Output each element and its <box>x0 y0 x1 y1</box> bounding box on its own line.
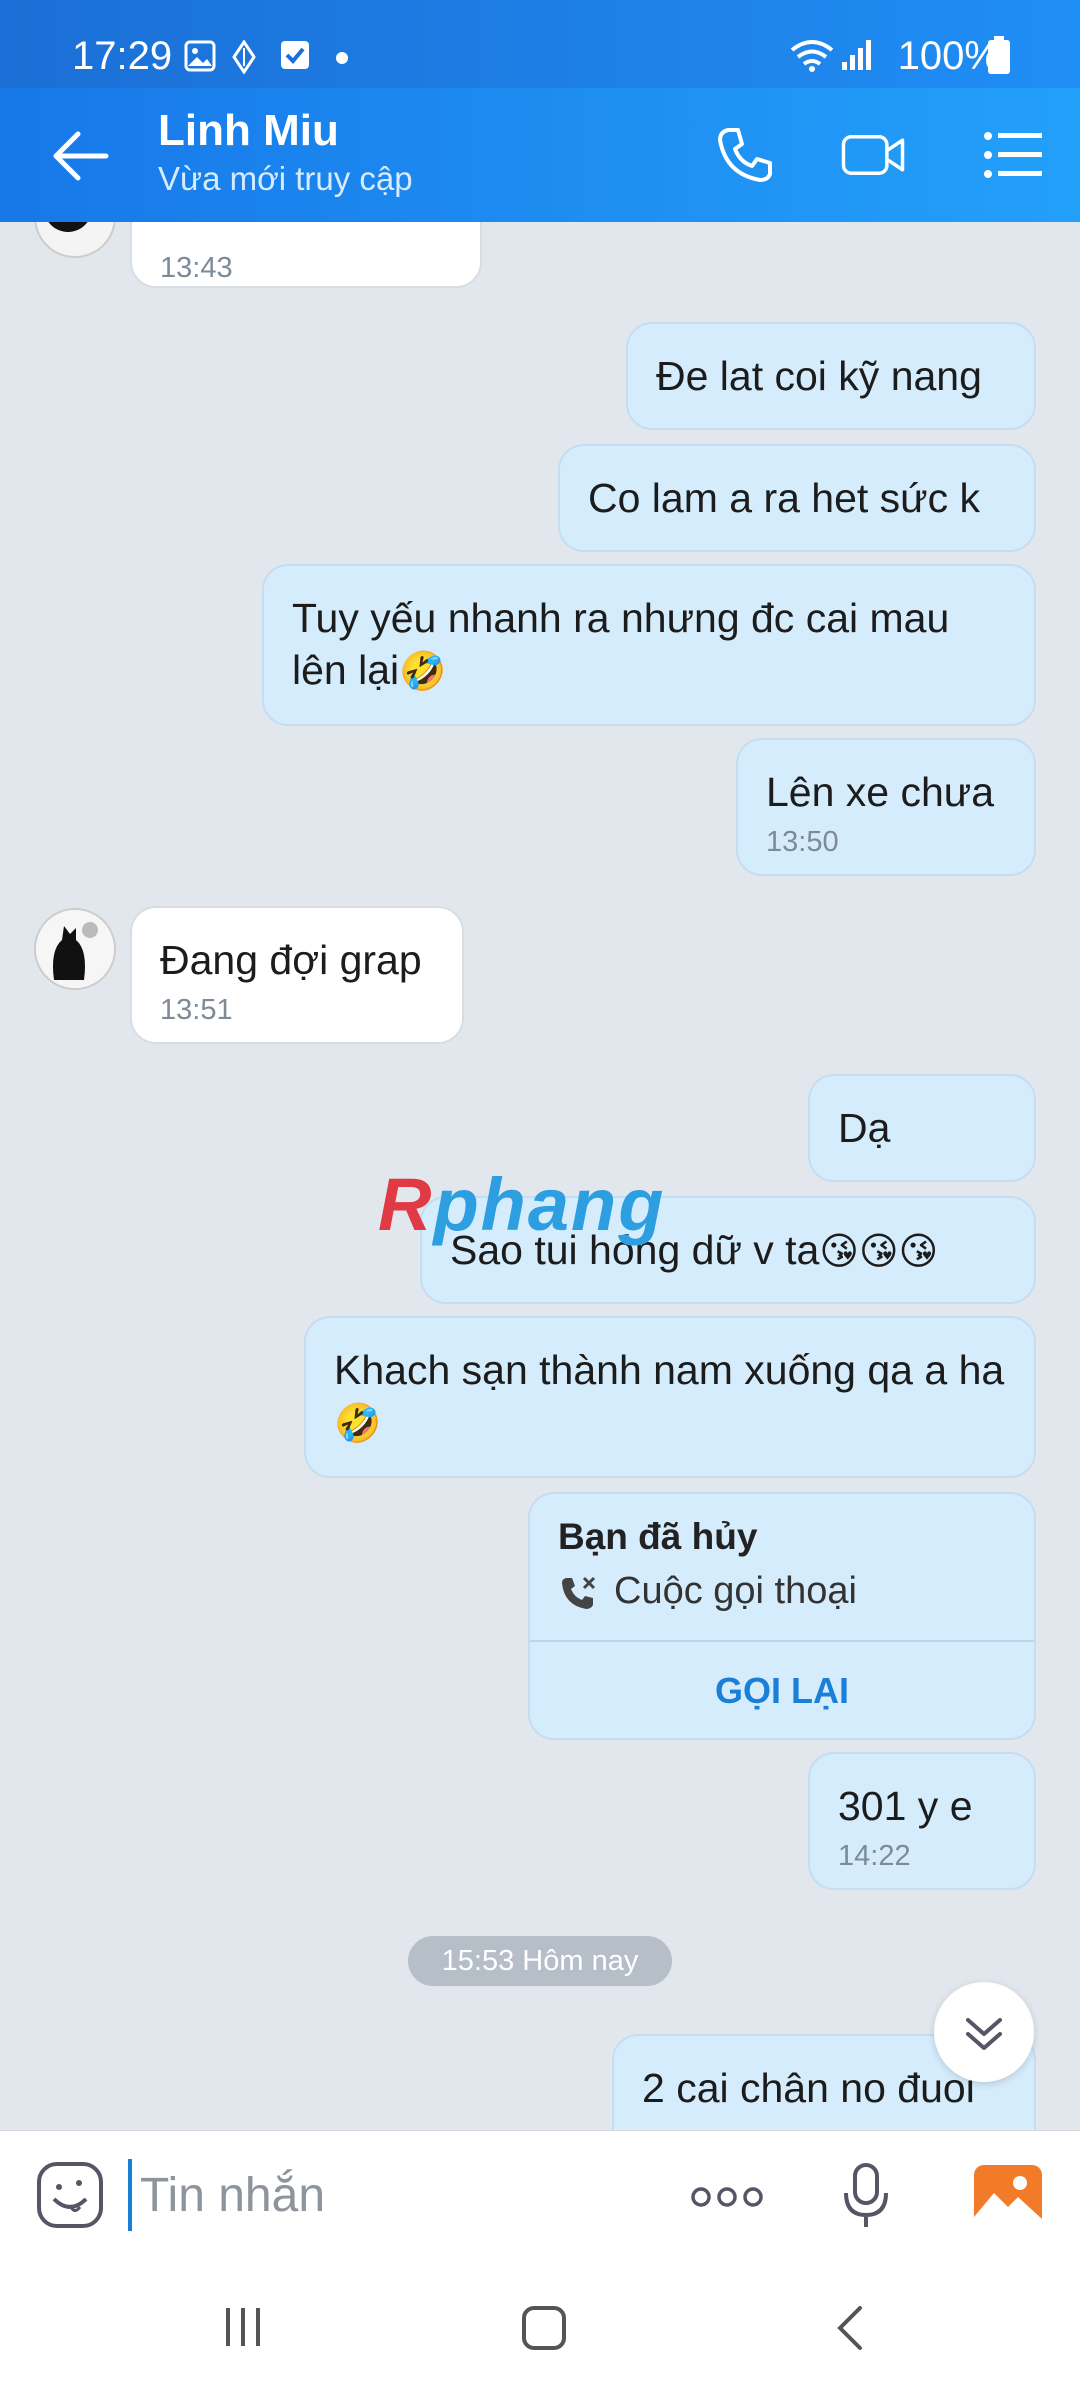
call-status-title: Bạn đã hủy <box>558 1516 758 1557</box>
diamond-notification-icon <box>232 40 256 74</box>
message-bubble-incoming[interactable]: Đang đợi grap 13:51 <box>130 906 464 1044</box>
laughing-emoji-icon: 🤣 <box>399 649 447 693</box>
check-notification-icon <box>281 41 309 69</box>
video-camera-icon[interactable] <box>840 122 906 188</box>
image-notification-icon <box>184 40 216 72</box>
back-arrow-icon[interactable] <box>48 124 112 188</box>
microphone-icon[interactable] <box>840 2161 892 2231</box>
battery-level: 100% <box>897 34 1000 78</box>
back-nav-icon[interactable] <box>830 2304 870 2352</box>
message-text: Tuy yếu nhanh ra nhưng đc cai mau lên lạ… <box>292 595 950 693</box>
message-bubble-outgoing[interactable]: Khach sạn thành nam xuống qa a ha 🤣 <box>304 1316 1036 1478</box>
message-list[interactable]: 13:43 Đe lat coi kỹ nang Co lam a ra het… <box>0 222 1080 2130</box>
message-text: Đe lat coi kỹ nang <box>656 353 982 399</box>
missed-call-icon <box>562 1576 596 1609</box>
kiss-emoji-icon: 😘😘😘 <box>819 1229 939 1273</box>
system-navigation-bar <box>0 2260 1080 2400</box>
watermark-logo: Rphang <box>378 1163 666 1246</box>
gallery-icon[interactable] <box>972 2163 1044 2229</box>
signal-icon <box>842 40 871 70</box>
message-bubble-incoming[interactable]: 13:43 <box>130 222 482 288</box>
call-log-card[interactable]: Bạn đã hủy Cuộc gọi thoại GỌI LẠI <box>528 1492 1036 1740</box>
status-bar: 17:29 100% <box>0 0 1080 88</box>
message-text: Lên xe chưa <box>766 769 995 815</box>
message-bubble-outgoing[interactable]: 301 y e 14:22 <box>808 1752 1036 1890</box>
message-input[interactable] <box>128 2159 662 2231</box>
message-text: 301 y e <box>838 1783 973 1829</box>
message-time: 13:43 <box>160 252 233 284</box>
message-time: 13:50 <box>766 826 839 858</box>
message-composer <box>0 2130 1080 2261</box>
contact-name[interactable]: Linh Miu <box>158 106 339 156</box>
double-chevron-down-icon <box>966 2018 1002 2050</box>
message-text: Đang đợi grap <box>160 937 422 983</box>
message-time: 14:22 <box>838 1840 911 1872</box>
emoji-icon[interactable] <box>36 2161 104 2229</box>
chat-header: Linh Miu Vừa mới truy cập <box>0 88 1080 222</box>
message-time: 13:51 <box>160 994 233 1026</box>
message-text: Co lam a ra het sức k <box>588 475 981 521</box>
message-text: Khach sạn thành nam xuống qa a ha <box>334 1347 1005 1393</box>
status-time: 17:29 <box>72 34 173 78</box>
phone-icon[interactable] <box>712 122 778 188</box>
dot-notification-icon <box>336 52 348 64</box>
avatar[interactable] <box>34 908 116 990</box>
menu-list-icon[interactable] <box>980 122 1046 188</box>
date-separator: 15:53 Hôm nay <box>408 1936 672 1986</box>
message-bubble-outgoing[interactable]: Đe lat coi kỹ nang <box>626 322 1036 430</box>
call-type: Cuộc gọi thoại <box>614 1570 857 1612</box>
recent-apps-icon[interactable] <box>220 2304 266 2350</box>
home-icon[interactable] <box>520 2304 568 2352</box>
message-bubble-outgoing[interactable]: Co lam a ra het sức k <box>558 444 1036 552</box>
message-text: Dạ <box>838 1105 891 1151</box>
battery-icon <box>988 36 1010 74</box>
contact-status: Vừa mới truy cập <box>158 160 413 197</box>
call-back-button[interactable]: GỌI LẠI <box>530 1642 1034 1738</box>
message-bubble-outgoing[interactable]: Dạ <box>808 1074 1036 1182</box>
wifi-icon <box>790 40 834 72</box>
avatar[interactable] <box>34 222 116 258</box>
message-bubble-outgoing[interactable]: Tuy yếu nhanh ra nhưng đc cai mau lên lạ… <box>262 564 1036 726</box>
message-text: 2 cai chân no đuoi <box>642 2065 975 2111</box>
scroll-to-bottom-button[interactable] <box>934 1982 1034 2082</box>
more-dots-icon[interactable] <box>690 2185 764 2209</box>
message-bubble-outgoing[interactable]: Lên xe chưa 13:50 <box>736 738 1036 876</box>
laughing-emoji-icon: 🤣 <box>334 1401 382 1445</box>
